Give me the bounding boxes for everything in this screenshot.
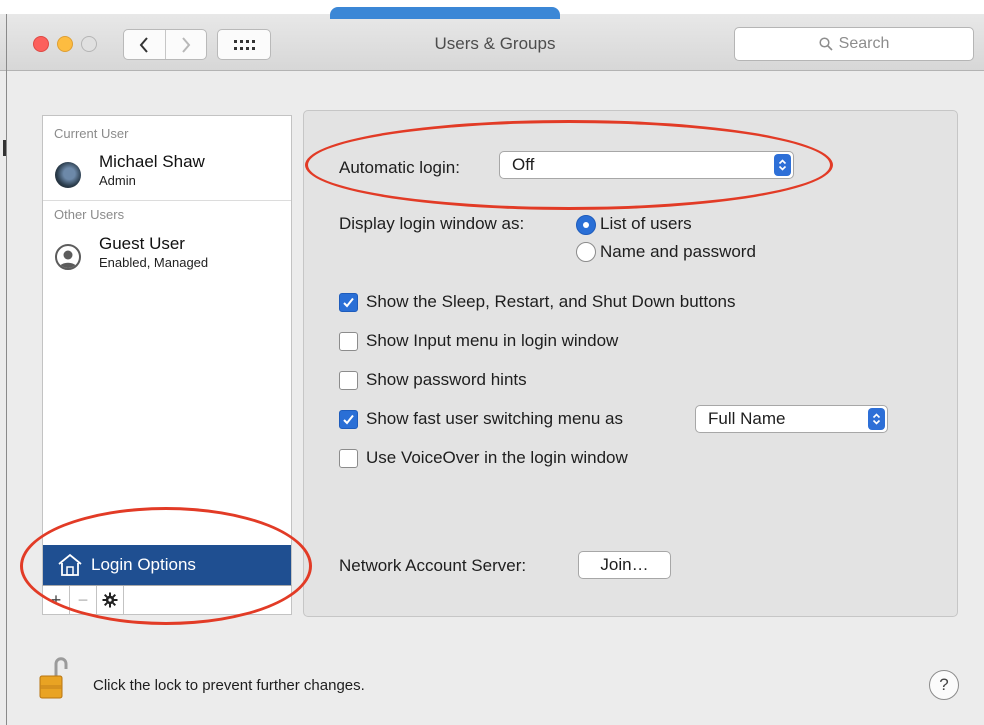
checkbox-show-password-hints[interactable]	[339, 371, 358, 390]
checkbox-label: Show the Sleep, Restart, and Shut Down b…	[366, 292, 736, 311]
action-menu-button[interactable]	[97, 586, 124, 614]
chevron-left-icon	[139, 36, 149, 53]
avatar	[55, 162, 81, 188]
users-list: Current User Michael Shaw Admin Other Us…	[42, 115, 292, 546]
popup-arrows-icon	[868, 408, 885, 430]
current-user-header: Current User	[54, 126, 129, 141]
sidebar-item-login-options[interactable]: Login Options	[42, 545, 292, 585]
checkbox-label: Show fast user switching menu as	[366, 409, 624, 428]
fast-user-switching-popup[interactable]: Full Name	[695, 405, 888, 433]
add-user-button[interactable]: +	[43, 586, 70, 614]
divider	[43, 200, 291, 201]
grid-icon	[234, 39, 255, 50]
fast-user-switching-value: Full Name	[708, 409, 786, 428]
checkmark-icon	[343, 414, 354, 425]
user-name: Michael Shaw	[99, 152, 205, 171]
radio-list-of-users[interactable]	[576, 215, 596, 235]
title-bar: Users & Groups Search	[0, 0, 984, 71]
radio-label-name-and-password: Name and password	[600, 242, 756, 261]
navigation-buttons	[123, 29, 207, 60]
radio-name-and-password[interactable]	[576, 242, 596, 262]
checkbox-label: Show Input menu in login window	[366, 331, 619, 350]
automatic-login-label: Automatic login:	[339, 158, 460, 177]
remove-user-button[interactable]: −	[70, 586, 97, 614]
minimize-button[interactable]	[57, 36, 73, 52]
join-button[interactable]: Join…	[578, 551, 671, 579]
user-row-guest[interactable]: Guest User Enabled, Managed	[43, 232, 291, 276]
checkbox-label: Show password hints	[366, 370, 527, 389]
display-as-label: Display login window as:	[339, 214, 525, 233]
automatic-login-value: Off	[512, 155, 535, 174]
help-button[interactable]: ?	[929, 670, 959, 700]
network-account-server-label: Network Account Server:	[339, 556, 527, 575]
sidebar-toolbar: + −	[42, 585, 292, 615]
close-button[interactable]	[33, 36, 49, 52]
checkmark-icon	[343, 297, 354, 308]
user-name: Guest User	[99, 234, 185, 253]
checkbox-show-input-menu[interactable]	[339, 332, 358, 351]
unlocked-padlock-icon[interactable]	[38, 654, 68, 700]
show-all-button[interactable]	[217, 29, 271, 60]
automatic-login-popup[interactable]: Off	[499, 151, 794, 179]
login-options-panel: Automatic login: Off Display login windo…	[303, 110, 958, 617]
background-tab-hint	[330, 7, 560, 19]
search-field[interactable]: Search	[734, 27, 974, 61]
window-title: Users & Groups	[434, 34, 556, 53]
checkbox-fast-user-switching[interactable]	[339, 410, 358, 429]
guest-silhouette-icon	[55, 244, 81, 270]
checkbox-show-sleep-restart[interactable]	[339, 293, 358, 312]
popup-arrows-icon	[774, 154, 791, 176]
zoom-button[interactable]	[81, 36, 97, 52]
lock-status-text: Click the lock to prevent further change…	[93, 677, 365, 694]
window-edge	[6, 14, 7, 725]
preferences-window: Users & Groups Search Current User Micha…	[0, 0, 984, 725]
edge-mark	[3, 140, 6, 156]
user-role: Admin	[99, 173, 136, 188]
search-placeholder: Search	[838, 35, 890, 52]
chevron-right-icon	[181, 36, 191, 53]
other-users-header: Other Users	[54, 207, 125, 222]
user-row-michael-shaw[interactable]: Michael Shaw Admin	[43, 150, 291, 194]
checkbox-label: Use VoiceOver in the login window	[366, 448, 628, 467]
login-options-label: Login Options	[91, 555, 196, 574]
back-button[interactable]	[124, 30, 166, 59]
checkbox-use-voiceover[interactable]	[339, 449, 358, 468]
user-role: Enabled, Managed	[99, 255, 209, 270]
radio-label-list-of-users: List of users	[600, 214, 692, 233]
forward-button[interactable]	[166, 30, 207, 59]
house-icon	[58, 553, 82, 576]
gear-icon	[102, 592, 118, 608]
search-icon	[819, 37, 833, 51]
